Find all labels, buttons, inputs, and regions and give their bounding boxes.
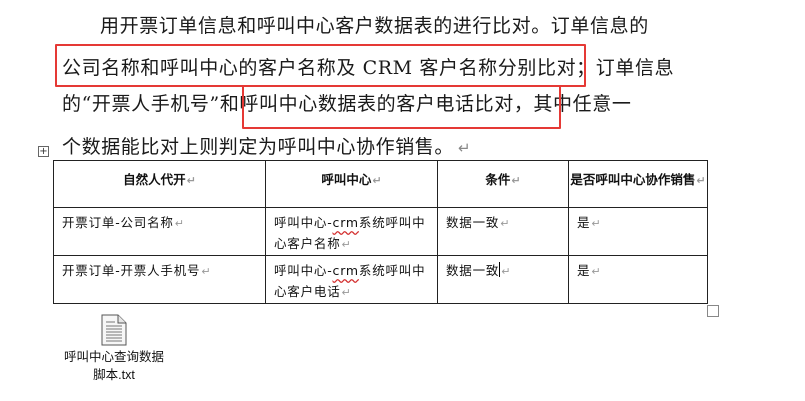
- spellcheck-word: crm: [332, 263, 359, 278]
- cell-condition[interactable]: 数据一致↵: [437, 207, 569, 256]
- cell-condition[interactable]: 数据一致↵: [437, 255, 569, 304]
- text-file-icon: [101, 314, 127, 346]
- header-is-collab[interactable]: 是否呼叫中心协作销售↵: [568, 160, 708, 208]
- attachment-file[interactable]: 呼叫中心查询数据 脚本.txt: [58, 314, 170, 384]
- cell-is-collab[interactable]: 是↵: [568, 207, 708, 256]
- cell-call-center-field[interactable]: 呼叫中心-crm系统呼叫中心客户电话↵: [265, 255, 438, 304]
- cell-is-collab[interactable]: 是↵: [568, 255, 708, 304]
- header-condition[interactable]: 条件↵: [437, 160, 569, 208]
- paragraph-line-4: 个数据能比对上则判定为呼叫中心协作销售。 ↵: [62, 136, 472, 158]
- table-row: 开票订单-公司名称↵ 呼叫中心-crm系统呼叫中心客户名称↵ 数据一致↵ 是↵: [53, 207, 708, 256]
- header-call-center[interactable]: 呼叫中心↵: [265, 160, 438, 208]
- comparison-table: 自然人代开↵ 呼叫中心↵ 条件↵ 是否呼叫中心协作销售↵ 开票订单-公司名称↵ …: [53, 160, 708, 304]
- cell-order-field[interactable]: 开票订单-开票人手机号↵: [53, 255, 266, 304]
- paragraph-end-mark: ↵: [458, 139, 472, 157]
- highlight-box-company-name: [55, 44, 586, 87]
- table-move-handle[interactable]: +: [38, 146, 49, 157]
- cell-order-field[interactable]: 开票订单-公司名称↵: [53, 207, 266, 256]
- document-page: 用开票订单信息和呼叫中心客户数据表的进行比对。订单信息的 公司名称和呼叫中心的客…: [0, 0, 805, 401]
- spellcheck-word: crm: [332, 215, 359, 230]
- cell-call-center-field[interactable]: 呼叫中心-crm系统呼叫中心客户名称↵: [265, 207, 438, 256]
- table-resize-handle[interactable]: [707, 305, 719, 317]
- table-header-row: 自然人代开↵ 呼叫中心↵ 条件↵ 是否呼叫中心协作销售↵: [53, 160, 708, 208]
- table-row: 开票订单-开票人手机号↵ 呼叫中心-crm系统呼叫中心客户电话↵ 数据一致 ↵ 是…: [53, 255, 708, 304]
- attachment-name: 呼叫中心查询数据 脚本.txt: [63, 350, 164, 382]
- header-natural-person[interactable]: 自然人代开↵: [53, 160, 266, 208]
- paragraph-line-1: 用开票订单信息和呼叫中心客户数据表的进行比对。订单信息的: [100, 15, 649, 37]
- highlight-box-phone: [242, 85, 561, 129]
